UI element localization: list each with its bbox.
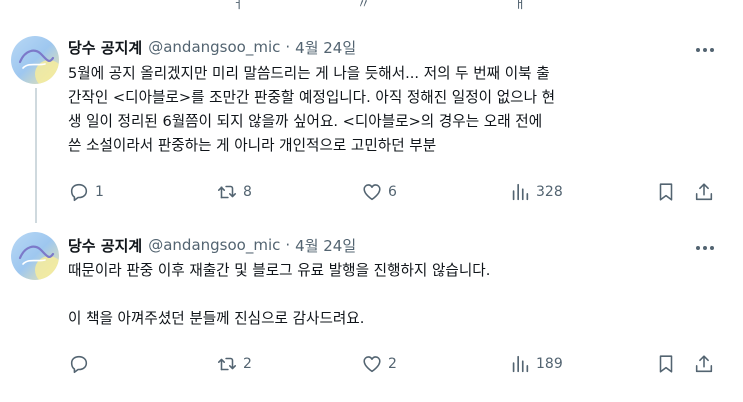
like-count: 6 xyxy=(388,184,397,200)
view-count: 189 xyxy=(536,356,563,372)
tweet-text-line: 생 일이 정리된 6월쯤이 되지 않을까 싶어요. <디아블로>의 경우는 오래… xyxy=(68,113,543,130)
tweet-text-line: 간작인 <디아블로>를 조만간 판중할 예정입니다. 아직 정해진 일정이 없으… xyxy=(68,89,556,106)
like-button[interactable]: 2 xyxy=(361,353,397,375)
heart-icon xyxy=(363,356,381,373)
more-options-button[interactable] xyxy=(694,238,716,258)
repost-count: 8 xyxy=(243,184,252,200)
tweet-header: 당수 공지계 @andangsoo_mic · 4월 24일 xyxy=(68,35,356,59)
like-button[interactable]: 6 xyxy=(361,181,397,203)
author-handle[interactable]: @andangsoo_mic xyxy=(148,38,280,56)
repost-count: 2 xyxy=(243,356,252,372)
repost-icon xyxy=(217,185,237,199)
share-button[interactable] xyxy=(693,181,715,203)
tweet-header: 당수 공지계 @andangsoo_mic · 4월 24일 xyxy=(68,233,356,257)
repost-icon xyxy=(217,357,237,371)
cut-off-text: 〃 xyxy=(357,0,371,12)
reply-count: 1 xyxy=(95,184,104,200)
author-name[interactable]: 당수 공지계 xyxy=(68,235,142,256)
cut-off-text: ㅐ xyxy=(514,0,526,12)
tweet-text-line: 쓴 소설이라서 판중하는 게 아니라 개인적으로 고민하던 부분 xyxy=(68,137,437,154)
separator: · xyxy=(285,236,291,254)
author-handle[interactable]: @andangsoo_mic xyxy=(148,236,280,254)
bookmark-button[interactable] xyxy=(655,181,677,203)
author-name[interactable]: 당수 공지계 xyxy=(68,37,142,58)
avatar[interactable] xyxy=(11,232,59,280)
view-count: 328 xyxy=(536,184,563,200)
tweet-text-line: 5월에 공지 올리겠지만 미리 말씀드리는 게 나을 듯해서... 저의 두 번… xyxy=(68,65,550,82)
pastel-logo-avatar-icon xyxy=(11,36,59,84)
tweet-actions: 2 2 189 xyxy=(0,353,743,375)
tweet-text-line xyxy=(68,283,733,307)
separator: · xyxy=(285,38,291,56)
views-button[interactable]: 189 xyxy=(509,353,563,375)
reply-button[interactable] xyxy=(68,353,95,375)
more-options-button[interactable] xyxy=(694,40,716,60)
reply-icon xyxy=(70,355,88,374)
bookmark-button[interactable] xyxy=(655,353,677,375)
bookmark-icon xyxy=(659,183,673,201)
tweet-text-line: 때문이라 판중 이후 재출간 및 블로그 유료 발행을 진행하지 않습니다. xyxy=(68,262,491,279)
views-chart-icon xyxy=(512,355,529,373)
more-icon xyxy=(696,246,714,250)
previous-tweet-fragment: ㅓ 〃 ㅐ xyxy=(0,0,743,14)
tweet-actions: 1 8 6 328 xyxy=(0,181,743,203)
like-count: 2 xyxy=(388,356,397,372)
views-button[interactable]: 328 xyxy=(509,181,563,203)
reply-button[interactable]: 1 xyxy=(68,181,104,203)
views-chart-icon xyxy=(512,183,529,201)
reply-icon xyxy=(70,183,88,202)
repost-button[interactable]: 2 xyxy=(216,353,252,375)
tweet-date[interactable]: 4월 24일 xyxy=(295,37,356,58)
thread-view: ㅓ 〃 ㅐ 당수 공지계 @andangsoo_mic · 4월 24일 5월에… xyxy=(0,0,743,402)
avatar[interactable] xyxy=(11,36,59,84)
tweet-text: 때문이라 판중 이후 재출간 및 블로그 유료 발행을 진행하지 않습니다. 이… xyxy=(68,259,733,331)
share-icon xyxy=(695,183,713,201)
share-icon xyxy=(695,355,713,373)
cut-off-text: ㅓ xyxy=(232,0,244,12)
tweet-text-line: 이 책을 아껴주셨던 분들께 진심으로 감사드려요. xyxy=(68,310,365,327)
share-button[interactable] xyxy=(693,353,715,375)
tweet-text: 5월에 공지 올리겠지만 미리 말씀드리는 게 나을 듯해서... 저의 두 번… xyxy=(68,62,733,158)
bookmark-icon xyxy=(659,355,673,373)
heart-icon xyxy=(363,184,381,201)
repost-button[interactable]: 8 xyxy=(216,181,252,203)
tweet-date[interactable]: 4월 24일 xyxy=(295,235,356,256)
more-icon xyxy=(696,48,714,52)
pastel-logo-avatar-icon xyxy=(11,232,59,280)
